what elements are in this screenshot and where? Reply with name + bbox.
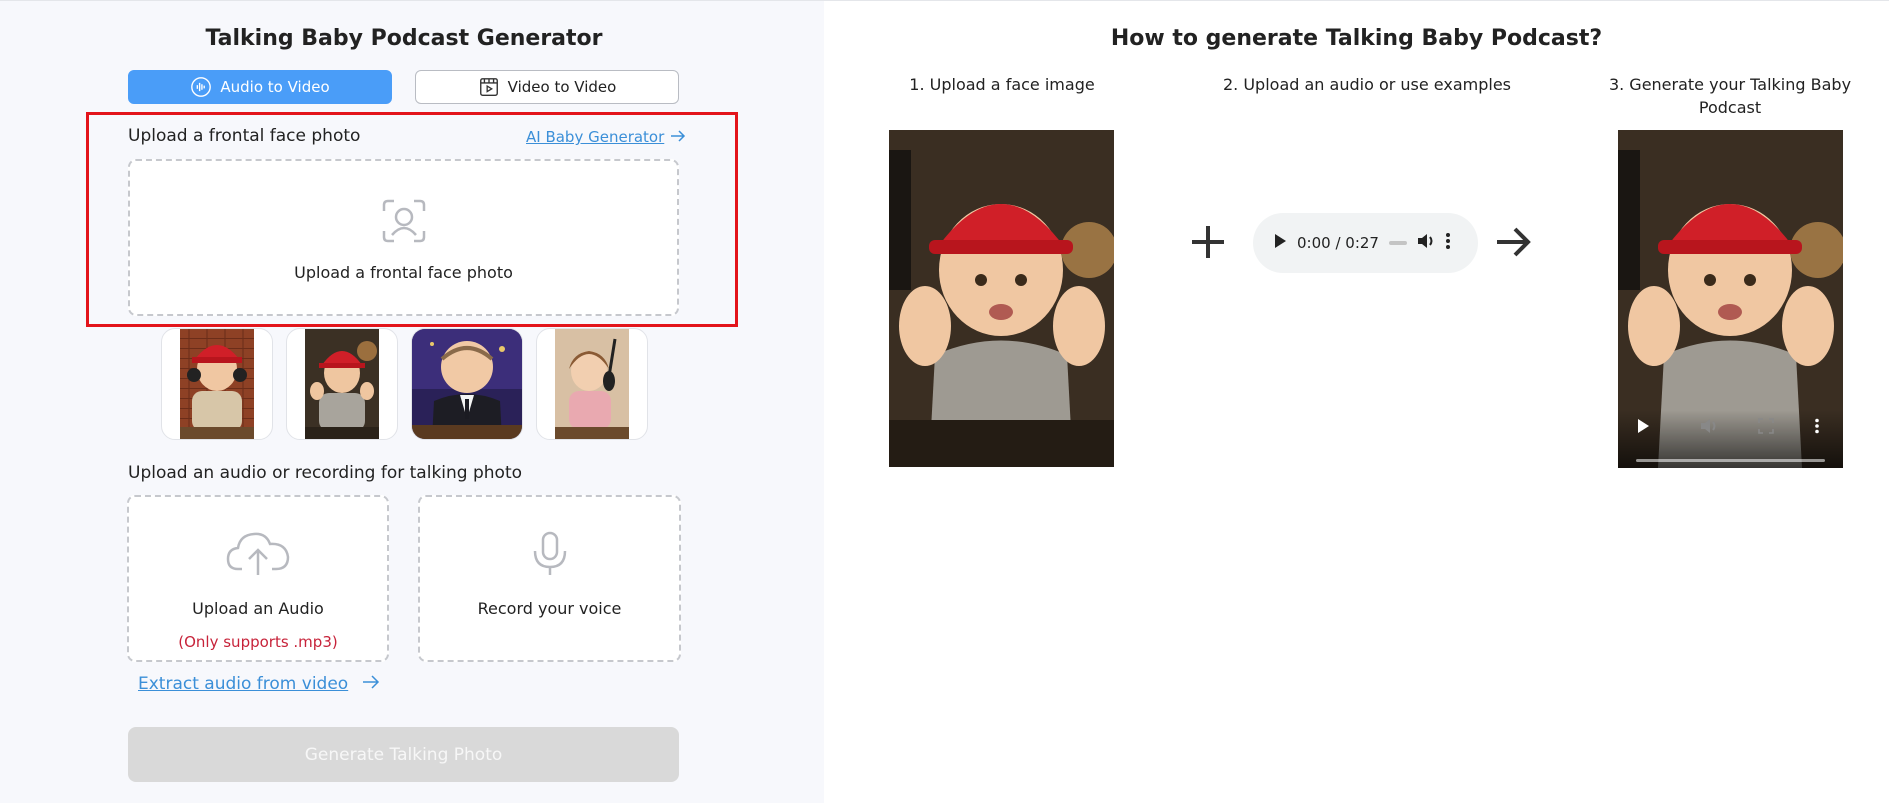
upload-audio-dropzone[interactable]: Upload an Audio (Only supports .mp3) [127,495,389,662]
example-image-4 [555,329,629,439]
tab-label: Audio to Video [220,78,330,96]
ai-baby-generator-link[interactable]: AI Baby Generator [526,128,686,146]
face-dropzone-text: Upload a frontal face photo [294,263,513,282]
arrow-right-icon [670,128,686,146]
example-image-3 [412,329,522,439]
video-play-icon[interactable] [1636,418,1650,438]
tab-audio-to-video[interactable]: Audio to Video [128,70,392,104]
plus-icon [1188,222,1228,266]
audio-section-label: Upload an audio or recording for talking… [128,463,523,483]
upload-audio-hint: (Only supports .mp3) [178,633,338,651]
upload-audio-label: Upload an Audio [192,599,324,618]
volume-icon[interactable] [1417,233,1435,253]
video-mute-icon[interactable] [1700,418,1718,438]
film-icon [479,78,498,96]
audio-progress-slider[interactable] [1388,241,1407,245]
microphone-icon [530,531,570,581]
face-section-label: Upload a frontal face photo [128,126,361,146]
step-3-result-video[interactable] [1618,130,1843,468]
audio-time: 0:00 / 0:27 [1297,234,1379,252]
video-more-icon[interactable] [1814,418,1820,438]
cloud-upload-icon [226,529,290,581]
more-options-icon[interactable] [1445,232,1451,254]
step-2-label: 2. Upload an audio or use examples [1222,75,1511,94]
example-thumb-4[interactable] [536,328,648,440]
tab-label: Video to Video [507,78,617,96]
arrow-right-icon [1493,222,1533,266]
tab-video-to-video[interactable]: Video to Video [415,70,679,104]
extract-audio-link[interactable]: Extract audio from video [138,674,380,694]
record-voice-label: Record your voice [477,599,622,618]
generator-title: Talking Baby Podcast Generator [205,26,603,51]
example-thumb-2[interactable] [286,328,398,440]
step-1-label: 1. Upload a face image [909,75,1095,94]
video-controls [1618,410,1843,468]
generate-talking-photo-button[interactable]: Generate Talking Photo [128,727,679,782]
example-thumb-3[interactable] [411,328,523,440]
step-3-label: 3. Generate your Talking Baby Podcast [1608,75,1852,117]
example-audio-player[interactable]: 0:00 / 0:27 [1253,213,1478,273]
arrow-right-icon [362,674,380,694]
ai-baby-generator-label: AI Baby Generator [526,128,665,146]
fullscreen-icon[interactable] [1758,418,1774,438]
baby-face-image [889,130,1114,467]
how-to-title: How to generate Talking Baby Podcast? [1110,26,1603,51]
play-icon[interactable] [1273,233,1287,253]
soundwave-icon [191,77,212,97]
face-photo-dropzone[interactable]: Upload a frontal face photo [128,159,679,316]
face-scan-icon [380,197,428,249]
example-thumb-1[interactable] [161,328,273,440]
step-1-face-image [889,130,1114,467]
video-progress-bar[interactable] [1636,459,1825,462]
example-image-2 [305,329,379,439]
record-voice-dropzone[interactable]: Record your voice [418,495,681,662]
example-image-1 [180,329,254,439]
extract-audio-label: Extract audio from video [138,674,349,694]
